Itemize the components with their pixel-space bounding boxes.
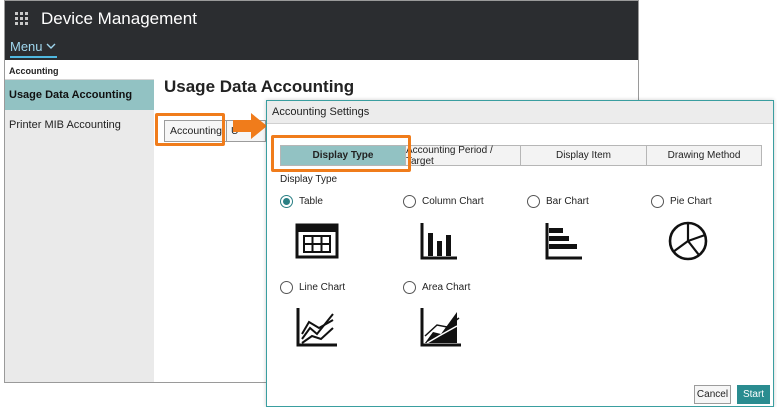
sidebar-heading: Accounting bbox=[5, 60, 154, 80]
menu-bar: Menu bbox=[5, 36, 638, 60]
start-button[interactable]: Start bbox=[737, 385, 770, 404]
menu-button[interactable]: Menu bbox=[10, 36, 57, 58]
line-chart-icon bbox=[296, 308, 337, 347]
option-table-label: Table bbox=[299, 196, 323, 207]
tab-drawing-method[interactable]: Drawing Method bbox=[647, 146, 761, 165]
option-table[interactable]: Table bbox=[280, 195, 323, 208]
radio-line-chart[interactable] bbox=[280, 281, 293, 294]
radio-pie-chart[interactable] bbox=[651, 195, 664, 208]
sidebar: Accounting Usage Data Accounting Printer… bbox=[5, 60, 154, 382]
option-bar-chart-label: Bar Chart bbox=[546, 196, 589, 207]
bar-chart-icon bbox=[545, 223, 582, 260]
option-column-chart[interactable]: Column Chart bbox=[403, 195, 484, 208]
chevron-down-icon bbox=[46, 43, 56, 49]
pie-chart-icon bbox=[668, 221, 708, 261]
sidebar-item-printer-mib-accounting[interactable]: Printer MIB Accounting bbox=[5, 110, 154, 140]
display-type-tab-highlight bbox=[271, 135, 411, 172]
option-column-chart-label: Column Chart bbox=[422, 196, 484, 207]
option-bar-chart[interactable]: Bar Chart bbox=[527, 195, 589, 208]
accounting-button-highlight bbox=[155, 113, 225, 146]
arrow-right-icon bbox=[233, 113, 267, 139]
radio-column-chart[interactable] bbox=[403, 195, 416, 208]
option-pie-chart[interactable]: Pie Chart bbox=[651, 195, 712, 208]
option-line-chart-label: Line Chart bbox=[299, 282, 346, 293]
tab-accounting-period-target[interactable]: Accounting Period / Target bbox=[406, 145, 521, 167]
option-line-chart[interactable]: Line Chart bbox=[280, 281, 345, 294]
option-area-chart[interactable]: Area Chart bbox=[403, 281, 470, 294]
accounting-settings-dialog: Accounting Settings Display Type Account… bbox=[266, 100, 774, 407]
tab-display-item[interactable]: Display Item bbox=[521, 146, 647, 165]
radio-table[interactable] bbox=[280, 195, 293, 208]
sidebar-item-usage-data-accounting[interactable]: Usage Data Accounting bbox=[5, 80, 154, 110]
radio-bar-chart[interactable] bbox=[527, 195, 540, 208]
app-title: Device Management bbox=[41, 8, 197, 28]
radio-area-chart[interactable] bbox=[403, 281, 416, 294]
table-icon bbox=[295, 223, 339, 259]
section-label: Display Type bbox=[280, 174, 338, 185]
option-pie-chart-label: Pie Chart bbox=[670, 196, 712, 207]
area-chart-icon bbox=[420, 308, 461, 347]
app-grid-icon[interactable] bbox=[15, 11, 29, 26]
cancel-button[interactable]: Cancel bbox=[694, 385, 731, 404]
title-bar: Device Management bbox=[5, 1, 638, 36]
page-title: Usage Data Accounting bbox=[164, 77, 355, 96]
menu-label: Menu bbox=[10, 39, 43, 54]
option-area-chart-label: Area Chart bbox=[422, 282, 471, 293]
dialog-title: Accounting Settings bbox=[267, 101, 773, 124]
column-chart-icon bbox=[420, 223, 457, 260]
